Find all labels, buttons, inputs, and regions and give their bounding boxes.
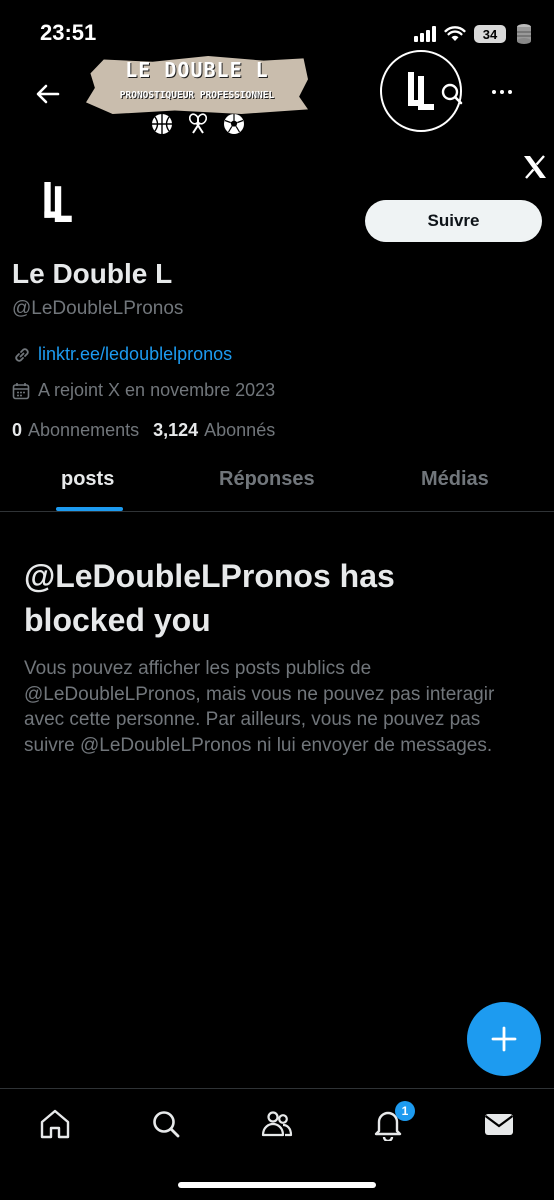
sport-icons [150,112,246,136]
profile-link[interactable]: linktr.ee/ledoublelpronos [38,344,232,365]
following-label[interactable]: Abonnements [28,420,139,441]
profile-banner: LE DOUBLE L PRONOSTIQUEUR PROFESSIONNEL [86,50,308,114]
calendar-icon [12,382,30,399]
wifi-icon [444,26,466,41]
more-icon[interactable] [492,90,512,94]
cellular-signal-icon [414,26,436,42]
profile-stats: 0 Abonnements 3,124 Abonnés [12,420,275,441]
ll-logo-icon [408,72,434,110]
plus-icon [491,1026,517,1052]
messages-icon[interactable] [482,1107,516,1141]
profile-avatar[interactable] [14,164,90,240]
back-arrow-icon[interactable] [34,80,62,108]
profile-join-row: A rejoint X en novembre 2023 [12,380,275,401]
search-icon[interactable] [440,82,464,106]
status-icons: 34 [414,22,534,46]
blocked-description: Vous pouvez afficher les posts publics d… [24,658,495,756]
tab-replies[interactable]: Réponses [219,468,315,491]
profile-display-name: Le Double L [12,258,173,289]
profile-handle: @LeDoubleLPronos [12,298,184,319]
soccer-ball-icon [224,114,244,134]
tennis-rackets-icon [188,113,208,134]
follow-button[interactable]: Suivre [365,200,542,242]
basketball-icon [152,114,172,134]
banner-subtitle: PRONOSTIQUEUR PROFESSIONNEL [119,90,275,101]
following-count[interactable]: 0 [12,420,22,441]
profile-link-row[interactable]: linktr.ee/ledoublelpronos [12,344,232,365]
home-icon[interactable] [38,1107,72,1141]
tab-posts[interactable]: posts [61,468,114,491]
link-icon [15,347,29,362]
x-logo-icon [524,155,546,179]
coins-icon [517,24,531,44]
search-icon[interactable] [149,1107,183,1141]
followers-label[interactable]: Abonnés [204,420,275,441]
profile-joined-date: A rejoint X en novembre 2023 [38,380,276,400]
tab-media[interactable]: Médias [421,468,489,491]
compose-post-button[interactable] [467,1002,541,1076]
blocked-title: @LeDoubleLPronos has blocked you [24,558,395,638]
notification-badge: 1 [395,1101,415,1121]
ll-logo-icon [44,182,72,222]
home-indicator [178,1182,376,1188]
communities-icon[interactable] [260,1107,294,1141]
banner-title: LE DOUBLE L [125,58,269,82]
tab-active-indicator [56,507,123,511]
status-time: 23:51 [40,20,97,45]
followers-count[interactable]: 3,124 [153,420,198,441]
battery-indicator: 34 [474,25,506,43]
profile-tabs: posts Réponses Médias [0,450,554,512]
